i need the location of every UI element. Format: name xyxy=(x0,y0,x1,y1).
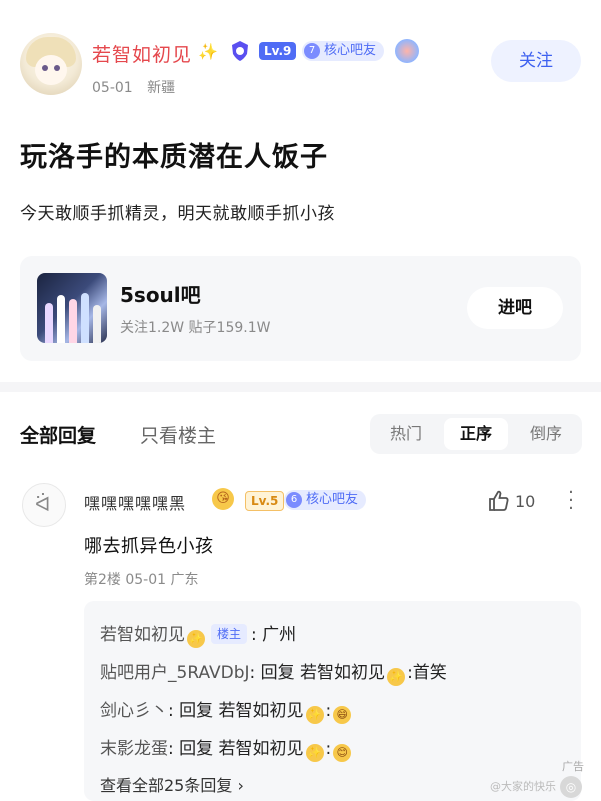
reply-level-badge: Lv.5 xyxy=(245,491,285,511)
ad-label: 广告 xyxy=(562,760,584,773)
tab-op-only[interactable]: 只看楼主 xyxy=(140,421,216,448)
like-count: 10 xyxy=(515,492,536,511)
sort-ascending[interactable]: 正序 xyxy=(444,418,508,450)
forum-stats: 关注1.2W 贴子159.1W xyxy=(120,320,271,336)
section-divider xyxy=(0,382,601,392)
sort-toggle: 热门 正序 倒序 xyxy=(370,414,582,454)
op-tag: 楼主 xyxy=(211,624,248,644)
core-member-badge: 7 核心吧友 xyxy=(302,41,385,61)
sub-reply-name[interactable]: 末影龙蛋 xyxy=(100,739,168,759)
post-date: 05-01 xyxy=(92,80,133,96)
sub-reply-text: : 回复 若智如初见 xyxy=(249,663,386,683)
sub-reply-text: : 回复 若智如初见 xyxy=(168,701,304,721)
sub-reply: 末影龙蛋: 回复 若智如初见 ✨: 😊 xyxy=(100,734,353,762)
forum-thumbnail xyxy=(37,273,107,343)
core-number: 7 xyxy=(304,43,320,59)
reply-meta: 第2楼 05-01 广东 xyxy=(84,572,199,588)
shield-icon xyxy=(230,40,250,62)
sub-reply-text: : 广州 xyxy=(251,625,297,645)
sub-reply: 若智如初见 ✨ 楼主: 广州 xyxy=(100,620,296,648)
sub-reply-name[interactable]: 若智如初见 xyxy=(100,625,185,645)
post-title: 玩洛手的本质潜在人饭子 xyxy=(20,142,328,173)
sparkle-emoji-icon: ✨ xyxy=(387,668,406,686)
tab-all-replies[interactable]: 全部回复 xyxy=(20,421,96,448)
reply-avatar[interactable]: ᐛ xyxy=(22,483,66,527)
sub-reply-text: : 回复 若智如初见 xyxy=(168,739,304,759)
thumbs-up-icon[interactable] xyxy=(487,489,511,513)
reply-content: 哪去抓异色小孩 xyxy=(84,536,214,557)
reply-core-number: 6 xyxy=(286,492,302,508)
sub-reply: 贴吧用户_5RAVDbJ: 回复 若智如初见 ✨:首笑 xyxy=(100,658,447,686)
grin-emoji-icon: 😄 xyxy=(333,706,352,724)
sub-replies-box[interactable]: 若智如初见 ✨ 楼主: 广州 贴吧用户_5RAVDbJ: 回复 若智如初见 ✨:首笑 … xyxy=(84,601,581,801)
view-all-replies-link[interactable]: 查看全部25条回复 › xyxy=(100,772,244,796)
author-name[interactable]: 若智如初见 xyxy=(92,40,192,67)
forum-name: 5soul吧 xyxy=(120,283,201,307)
level-badge: Lv.9 xyxy=(259,42,297,60)
watermark-logo-icon: ◎ xyxy=(560,776,582,798)
author-avatar[interactable] xyxy=(20,33,82,95)
sort-hot[interactable]: 热门 xyxy=(374,414,438,454)
sparkle-emoji-icon: ✨ xyxy=(305,744,324,762)
sparkle-emoji-icon: ✨ xyxy=(198,42,218,61)
follow-button[interactable]: 关注 xyxy=(491,40,581,82)
reply-core-badge: 6 核心吧友 xyxy=(284,490,367,510)
sub-reply-name[interactable]: 贴吧用户_5RAVDbJ xyxy=(100,663,250,683)
sub-reply-name[interactable]: 剑心彡丶 xyxy=(100,701,168,721)
sparkle-emoji-icon: ✨ xyxy=(187,630,205,648)
smile-emoji-icon: 😊 xyxy=(333,744,352,762)
reply-author-name[interactable]: 嘿嘿嘿嘿嘿黑 xyxy=(84,490,186,514)
decoration-icon xyxy=(395,39,419,63)
enter-forum-button[interactable]: 进吧 xyxy=(467,287,563,329)
more-options-icon[interactable]: · · · xyxy=(566,484,576,518)
watermark-text: @大家的快乐 xyxy=(490,780,556,793)
core-badge-label: 核心吧友 xyxy=(324,43,377,58)
sub-reply-suffix: :首笑 xyxy=(407,663,447,683)
reply-core-label: 核心吧友 xyxy=(306,492,359,507)
post-meta: 05-01 新疆 xyxy=(92,77,175,97)
sub-reply: 剑心彡丶: 回复 若智如初见 ✨: 😄 xyxy=(100,696,353,724)
post-body: 今天敢顺手抓精灵，明天就敢顺手抓小孩 xyxy=(20,204,335,224)
forum-card[interactable]: 5soul吧 关注1.2W 贴子159.1W 进吧 xyxy=(20,256,581,361)
sort-descending[interactable]: 倒序 xyxy=(514,414,578,454)
sparkle-emoji-icon: ✨ xyxy=(305,706,324,724)
kiss-emoji-icon: 😘 xyxy=(212,488,234,510)
post-location: 新疆 xyxy=(147,80,176,96)
